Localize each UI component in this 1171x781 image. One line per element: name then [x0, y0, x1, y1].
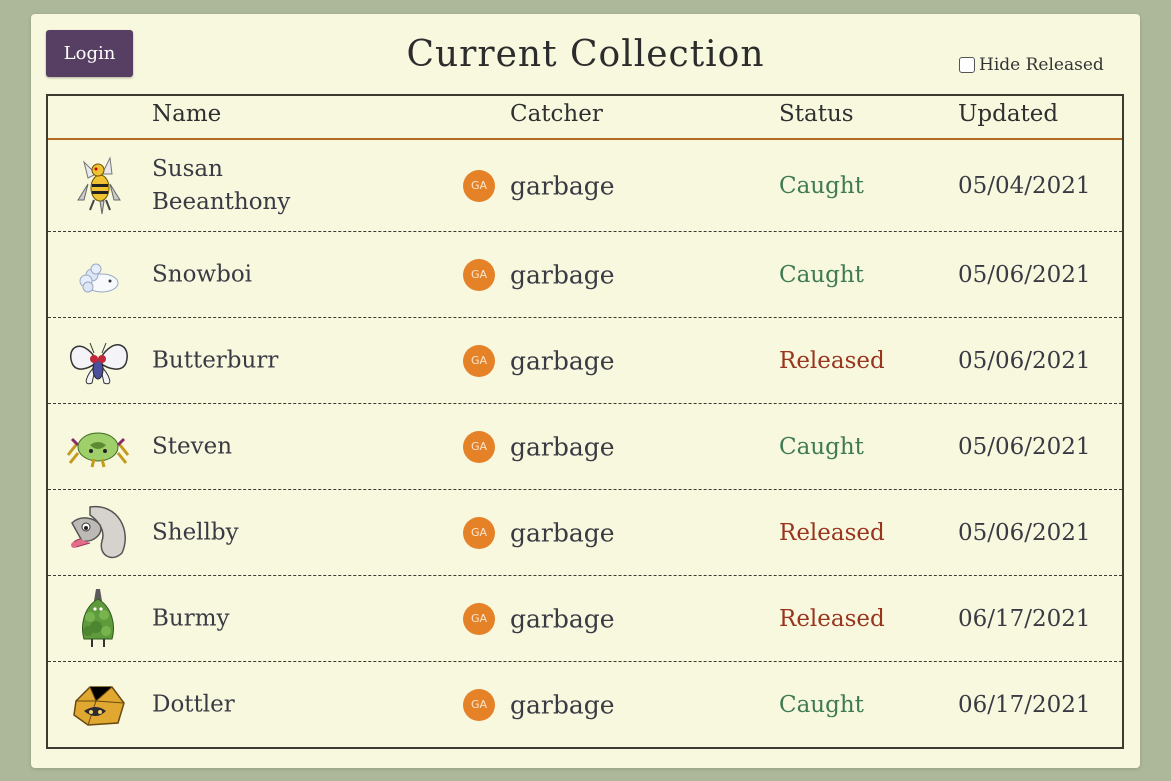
spinarak-icon [66, 415, 130, 479]
catcher-avatar: GA [463, 688, 495, 721]
updated-date: 05/06/2021 [958, 261, 1091, 288]
shellder-icon [66, 501, 130, 565]
column-header-name[interactable]: Name [152, 101, 221, 127]
catcher-avatar: GA [463, 516, 495, 549]
pokemon-name: Steven [152, 433, 233, 459]
catcher-name: garbage [510, 346, 615, 375]
status-text: Released [779, 519, 885, 546]
updated-date: 06/17/2021 [958, 605, 1091, 632]
dottler-icon [66, 673, 130, 737]
table-row[interactable]: Dottler GA garbage Caught 06/17/2021 [48, 662, 1122, 747]
pokemon-name: Butterburr [152, 347, 279, 373]
hide-released-label: Hide Released [979, 55, 1104, 75]
table-row[interactable]: Susan Beeanthony GA garbage Caught 05/04/202… [48, 140, 1122, 232]
updated-date: 05/06/2021 [958, 433, 1091, 460]
table-row[interactable]: Butterburr GA garbage Released 05/06/2021 [48, 318, 1122, 404]
catcher-name: garbage [510, 260, 615, 289]
status-text: Caught [779, 691, 864, 718]
table-row[interactable]: Shellby GA garbage Released 05/06/2021 [48, 490, 1122, 576]
updated-date: 05/06/2021 [958, 519, 1091, 546]
catcher-name: garbage [510, 171, 615, 200]
status-text: Caught [779, 261, 864, 288]
column-header-status[interactable]: Status [779, 101, 854, 127]
table-row[interactable]: Snowboi GA garbage Caught 05/06/2021 [48, 232, 1122, 318]
catcher-name: garbage [510, 604, 615, 633]
collection-card: Login Current Collection Hide Released N… [31, 14, 1140, 768]
status-text: Caught [779, 433, 864, 460]
table-header: Name Catcher Status Updated [48, 96, 1122, 140]
status-text: Released [779, 605, 885, 632]
status-text: Released [779, 347, 885, 374]
updated-date: 05/04/2021 [958, 172, 1091, 199]
burmy-icon [66, 587, 130, 651]
butterfree-icon [66, 329, 130, 393]
catcher-avatar: GA [463, 169, 495, 202]
hide-released-toggle[interactable]: Hide Released [959, 55, 1104, 75]
status-text: Caught [779, 172, 864, 199]
catcher-name: garbage [510, 690, 615, 719]
pokemon-name: Dottler [152, 691, 235, 717]
catcher-avatar: GA [463, 430, 495, 463]
catcher-name: garbage [510, 432, 615, 461]
pokemon-name: Burmy [152, 605, 230, 631]
pokemon-name: Susan Beeanthony [152, 155, 291, 215]
pokemon-name: Shellby [152, 519, 239, 545]
catcher-name: garbage [510, 518, 615, 547]
updated-date: 05/06/2021 [958, 347, 1091, 374]
catcher-avatar: GA [463, 344, 495, 377]
table-row[interactable]: Steven GA garbage Caught 05/06/2021 [48, 404, 1122, 490]
column-header-updated[interactable]: Updated [958, 101, 1058, 127]
table-row[interactable]: Burmy GA garbage Released 06/17/2021 [48, 576, 1122, 662]
collection-table: Name Catcher Status Updated Susan Beeant… [46, 94, 1124, 749]
table-body: Susan Beeanthony GA garbage Caught 05/04/202… [48, 140, 1122, 747]
beedrill-icon [66, 154, 130, 218]
column-header-catcher[interactable]: Catcher [510, 101, 603, 127]
hide-released-checkbox[interactable] [959, 57, 975, 73]
catcher-avatar: GA [463, 258, 495, 291]
catcher-avatar: GA [463, 602, 495, 635]
pokemon-name: Snowboi [152, 261, 253, 287]
snom-icon [66, 243, 130, 307]
updated-date: 06/17/2021 [958, 691, 1091, 718]
